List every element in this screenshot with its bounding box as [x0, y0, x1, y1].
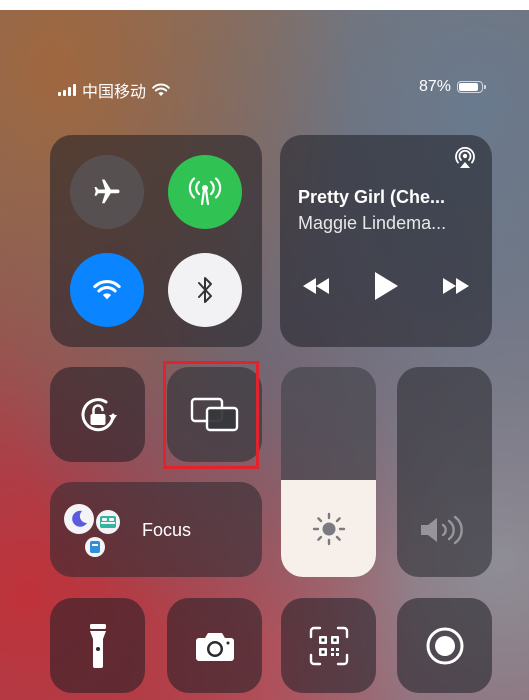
camera-button[interactable] [167, 598, 262, 693]
airplane-icon [94, 179, 120, 204]
work-badge-icon [85, 537, 105, 557]
battery-icon [457, 81, 486, 93]
selection-highlight [163, 361, 259, 469]
flashlight-button[interactable] [50, 598, 145, 693]
airplay-audio-icon[interactable] [454, 147, 476, 169]
playback-controls [302, 271, 470, 301]
cellular-data-button[interactable] [168, 155, 242, 229]
wifi-status-icon [152, 83, 170, 96]
airplane-mode-button[interactable] [70, 155, 144, 229]
sun-icon [312, 512, 346, 546]
top-border [0, 0, 529, 10]
focus-button[interactable]: Focus [50, 482, 262, 577]
fast-forward-icon[interactable] [442, 277, 470, 295]
screen-recording-button[interactable] [397, 598, 492, 693]
rewind-icon[interactable] [302, 277, 330, 295]
screen-record-icon [426, 627, 463, 664]
cellular-antenna-icon [188, 177, 222, 206]
brightness-slider[interactable] [281, 367, 376, 577]
battery-percentage: 87% [418, 78, 451, 95]
battery-status: 87% [418, 78, 486, 96]
code-scanner-button[interactable] [281, 598, 376, 693]
volume-slider[interactable] [397, 367, 492, 577]
orientation-lock-button[interactable] [50, 367, 145, 462]
bed-icon [96, 510, 120, 534]
bluetooth-button[interactable] [168, 253, 242, 327]
focus-label: Focus [142, 520, 192, 540]
wifi-icon [93, 279, 121, 300]
bluetooth-icon [198, 277, 212, 303]
connectivity-module [50, 135, 262, 347]
carrier-info: 中国移动 [58, 78, 170, 102]
focus-icons [64, 504, 126, 560]
track-title: Pretty Girl (Che... [298, 187, 446, 207]
qr-code-scanner-icon [309, 626, 348, 665]
play-icon[interactable] [373, 271, 399, 301]
flashlight-icon [89, 623, 106, 668]
carrier-name: 中国移动 [82, 84, 147, 101]
moon-icon [64, 504, 94, 534]
camera-icon [195, 632, 234, 661]
now-playing-module[interactable]: Pretty Girl (Che... Maggie Lindema... [280, 135, 492, 347]
orientation-lock-icon [81, 397, 117, 431]
track-artist: Maggie Lindema... [298, 213, 447, 233]
signal-strength-icon [58, 84, 76, 96]
wifi-button[interactable] [70, 253, 144, 327]
speaker-volume-icon [421, 515, 463, 545]
status-bar: 中国移动 87% [58, 78, 486, 101]
